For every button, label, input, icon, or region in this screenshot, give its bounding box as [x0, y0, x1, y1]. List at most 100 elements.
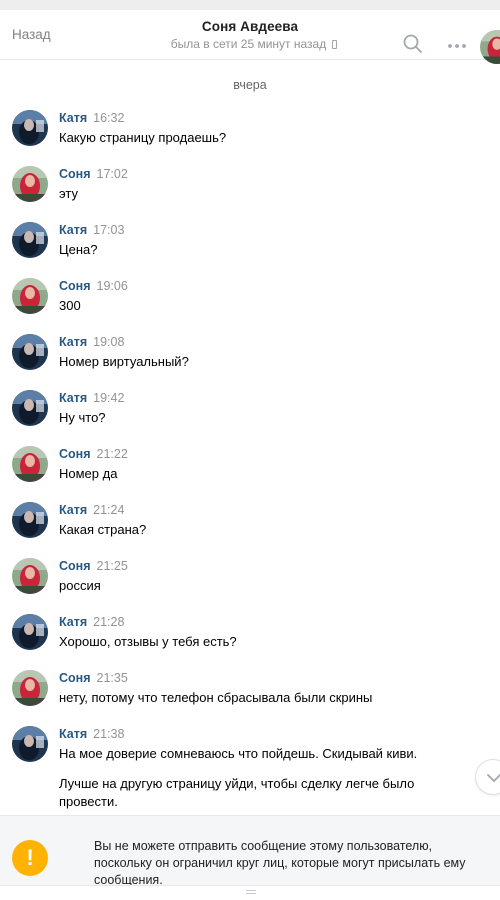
message-item[interactable]: Катя 19:42 Ну что? [0, 388, 500, 444]
message-meta: Катя 21:24 [59, 503, 124, 517]
message-text: Лучше на другую страницу уйди, чтобы сде… [59, 776, 415, 809]
message-meta: Соня 21:35 [59, 671, 128, 685]
author-name[interactable]: Катя [59, 223, 87, 237]
message-meta: Катя 19:08 [59, 335, 124, 349]
chat-title[interactable]: Соня Авдеева [0, 19, 500, 34]
author-name[interactable]: Соня [59, 447, 91, 461]
author-name[interactable]: Катя [59, 335, 87, 349]
author-avatar[interactable] [12, 502, 48, 538]
message-item[interactable]: Катя 21:24 Какая страна? [0, 500, 500, 556]
message-item[interactable]: Соня 21:35 нету, потому что телефон сбрасы… [0, 668, 500, 724]
author-avatar[interactable] [12, 334, 48, 370]
message-time[interactable]: 19:08 [93, 335, 124, 349]
author-name[interactable]: Катя [59, 615, 87, 629]
blocked-notice: ! Вы не можете отправить сообщение этому… [0, 815, 500, 887]
author-name[interactable]: Катя [59, 727, 87, 741]
author-avatar[interactable] [12, 446, 48, 482]
more-options-icon[interactable] [447, 43, 467, 49]
message-text: Номер да [59, 466, 118, 481]
message-body: Ну что? [59, 409, 459, 427]
blocked-notice-text: Вы не можете отправить сообщение этому п… [94, 839, 466, 887]
message-text: Ну что? [59, 410, 106, 425]
message-time[interactable]: 19:42 [93, 391, 124, 405]
message-item[interactable]: Катя 19:08 Номер виртуальный? [0, 332, 500, 388]
author-avatar[interactable] [12, 558, 48, 594]
message-body: россия [59, 577, 459, 595]
message-meta: Катя 21:38 [59, 727, 124, 741]
message-body: Какую страницу продаешь? [59, 129, 459, 147]
resize-handle[interactable] [246, 890, 256, 894]
message-meta: Соня 21:25 [59, 559, 128, 573]
author-avatar[interactable] [12, 166, 48, 202]
chevron-down-icon [487, 774, 500, 782]
message-time[interactable]: 21:22 [97, 447, 128, 461]
message-body: Цена? [59, 241, 459, 259]
message-time[interactable]: 17:03 [93, 223, 124, 237]
message-body: Какая страна? [59, 521, 459, 539]
contact-avatar[interactable] [480, 30, 500, 64]
online-status: была в сети 25 минут назад [8, 37, 500, 51]
message-text: Какая страна? [59, 522, 147, 537]
message-text: Хорошо, отзывы у тебя есть? [59, 634, 237, 649]
message-text: нету, потому что телефон сбрасывала были… [59, 690, 373, 705]
message-text: Какую страницу продаешь? [59, 130, 227, 145]
author-name[interactable]: Катя [59, 391, 87, 405]
author-name[interactable]: Катя [59, 111, 87, 125]
author-name[interactable]: Соня [59, 279, 91, 293]
message-body: нету, потому что телефон сбрасывала были… [59, 689, 459, 707]
top-gap [0, 0, 500, 10]
message-item[interactable]: Соня 21:22 Номер да [0, 444, 500, 500]
chat-header: Назад Соня Авдеева была в сети 25 минут … [0, 10, 500, 64]
message-item[interactable]: Катя 17:03 Цена? [0, 220, 500, 276]
message-item[interactable]: Катя 21:38 На мое доверие сомневаюсь что п… [0, 724, 500, 824]
message-item[interactable]: Катя 16:32 Какую страницу продаешь? [0, 108, 500, 164]
chat-window: Назад Соня Авдеева была в сети 25 минут … [0, 0, 500, 900]
message-text: Номер виртуальный? [59, 354, 189, 369]
message-text: На мое доверие сомневаюсь что пойдешь. С… [59, 746, 418, 761]
bottom-bar [0, 885, 500, 900]
mobile-phone-icon [332, 39, 338, 49]
message-time[interactable]: 21:28 [93, 615, 124, 629]
message-meta: Соня 17:02 [59, 167, 128, 181]
message-time[interactable]: 19:06 [97, 279, 128, 293]
author-avatar[interactable] [12, 390, 48, 426]
message-time[interactable]: 21:25 [97, 559, 128, 573]
author-avatar[interactable] [12, 726, 48, 762]
message-item[interactable]: Соня 21:25 россия [0, 556, 500, 612]
message-text: Цена? [59, 242, 98, 257]
message-time[interactable]: 17:02 [97, 167, 128, 181]
message-body: Номер да [59, 465, 459, 483]
author-avatar[interactable] [12, 222, 48, 258]
author-name[interactable]: Соня [59, 671, 91, 685]
author-avatar[interactable] [12, 670, 48, 706]
message-time[interactable]: 21:24 [93, 503, 124, 517]
message-text: 300 [59, 298, 81, 313]
message-time[interactable]: 21:35 [97, 671, 128, 685]
message-text: эту [59, 186, 78, 201]
author-avatar[interactable] [12, 278, 48, 314]
message-meta: Соня 21:22 [59, 447, 128, 461]
author-name[interactable]: Соня [59, 559, 91, 573]
message-item[interactable]: Соня 19:06 300 [0, 276, 500, 332]
author-name[interactable]: Соня [59, 167, 91, 181]
message-meta: Катя 17:03 [59, 223, 124, 237]
message-item[interactable]: Катя 21:28 Хорошо, отзывы у тебя есть? [0, 612, 500, 668]
message-time[interactable]: 16:32 [93, 111, 124, 125]
message-time[interactable]: 21:38 [93, 727, 124, 741]
online-status-text: была в сети 25 минут назад [170, 37, 327, 51]
message-body: Номер виртуальный? [59, 353, 459, 371]
date-separator: вчера [233, 78, 267, 92]
message-list: Катя 16:32 Какую страницу продаешь? Соня 17:… [0, 108, 500, 824]
message-text: россия [59, 578, 101, 593]
warning-icon: ! [12, 840, 48, 876]
author-avatar[interactable] [12, 110, 48, 146]
search-icon[interactable] [403, 34, 423, 54]
author-name[interactable]: Катя [59, 503, 87, 517]
message-body: эту [59, 185, 459, 203]
message-body: На мое доверие сомневаюсь что пойдешь. С… [59, 745, 459, 811]
message-body: Хорошо, отзывы у тебя есть? [59, 633, 459, 651]
author-avatar[interactable] [12, 614, 48, 650]
message-meta: Катя 16:32 [59, 111, 124, 125]
chat-title-block: Соня Авдеева была в сети 25 минут назад [0, 19, 500, 51]
message-item[interactable]: Соня 17:02 эту [0, 164, 500, 220]
